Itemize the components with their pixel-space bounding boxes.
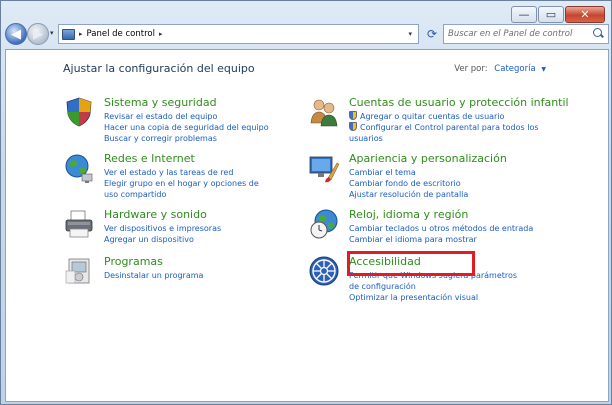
uac-shield-icon [349, 122, 357, 131]
address-dropdown-icon[interactable]: ▾ [408, 30, 412, 38]
view-by-label: Ver por: [454, 64, 488, 74]
breadcrumb-separator-icon[interactable]: ▸ [159, 30, 163, 38]
search-box[interactable]: Buscar en el Panel de control [443, 24, 609, 44]
category-title[interactable]: Hardware y sonido [104, 208, 207, 221]
view-by: Ver por: Categoría ▼ [454, 64, 546, 74]
close-button[interactable]: ✕ [565, 6, 605, 23]
programs-icon[interactable] [63, 255, 95, 287]
forward-button[interactable]: ▶ [27, 23, 49, 45]
link-devices-printers[interactable]: Ver dispositivos e impresoras [104, 223, 304, 234]
main-content: Ajustar la configuración del equipo Ver … [5, 49, 609, 402]
printer-icon[interactable] [63, 208, 95, 240]
recent-pages-dropdown[interactable]: ▾ [50, 29, 54, 37]
link-desktop-background[interactable]: Cambiar fondo de escritorio [349, 178, 549, 189]
link-add-device[interactable]: Agregar un dispositivo [104, 234, 304, 245]
page-title: Ajustar la configuración del equipo [63, 62, 255, 75]
uac-shield-icon [349, 111, 357, 120]
shield-check-icon[interactable] [63, 96, 95, 128]
link-add-remove-accounts[interactable]: Agregar o quitar cuentas de usuario [349, 111, 539, 122]
breadcrumb-panel-de-control[interactable]: Panel de control [87, 29, 155, 39]
category-title[interactable]: Redes e Internet [104, 152, 195, 165]
minimize-icon: — [518, 8, 530, 21]
link-screen-resolution[interactable]: Ajustar resolución de pantalla [349, 189, 549, 200]
breadcrumb-separator-icon[interactable]: ▸ [79, 30, 83, 38]
category-title[interactable]: Apariencia y personalización [349, 152, 507, 165]
category-title[interactable]: Programas [104, 255, 163, 268]
maximize-button[interactable]: ▭ [538, 6, 564, 23]
caption-buttons: — ▭ ✕ [511, 6, 605, 23]
window-frame: — ▭ ✕ ◀ ▶ ▾ ▸ Panel de control ▸ ▾ ⟳ Bus… [0, 0, 612, 405]
refresh-icon: ⟳ [426, 27, 438, 41]
back-arrow-icon: ◀ [11, 26, 21, 42]
close-icon: ✕ [580, 8, 590, 21]
chevron-down-icon[interactable]: ▼ [541, 66, 546, 73]
link-backup[interactable]: Hacer una copia de seguridad del equipo [104, 122, 304, 133]
accessibility-icon[interactable] [308, 255, 340, 287]
search-input[interactable]: Buscar en el Panel de control [444, 29, 592, 39]
category-title[interactable]: Reloj, idioma y región [349, 208, 468, 221]
view-by-dropdown[interactable]: Categoría [494, 64, 535, 74]
back-button[interactable]: ◀ [5, 23, 27, 45]
category-title[interactable]: Cuentas de usuario y protección infantil [349, 96, 569, 109]
minimize-button[interactable]: — [511, 6, 537, 23]
users-icon[interactable] [308, 96, 340, 128]
category-title[interactable]: Sistema y seguridad [104, 96, 217, 109]
refresh-button[interactable]: ⟳ [423, 24, 441, 44]
control-panel-icon [62, 28, 75, 40]
highlight-box [347, 251, 475, 276]
forward-arrow-icon: ▶ [33, 26, 43, 42]
search-icon[interactable] [592, 28, 604, 40]
navigation-bar: ◀ ▶ ▾ ▸ Panel de control ▸ ▾ ⟳ Buscar en… [5, 23, 609, 45]
link-troubleshoot[interactable]: Buscar y corregir problemas [104, 133, 304, 144]
maximize-icon: ▭ [545, 8, 557, 21]
link-network-status[interactable]: Ver el estado y las tareas de red [104, 167, 304, 178]
link-review-status[interactable]: Revisar el estado del equipo [104, 111, 304, 122]
network-globe-icon[interactable] [63, 152, 95, 184]
link-homegroup[interactable]: Elegir grupo en el hogar y opciones de u… [104, 178, 274, 200]
link-display-language[interactable]: Cambiar el idioma para mostrar [349, 234, 549, 245]
link-change-theme[interactable]: Cambiar el tema [349, 167, 549, 178]
address-bar[interactable]: ▸ Panel de control ▸ ▾ [58, 24, 419, 44]
display-brush-icon[interactable] [308, 152, 340, 184]
link-change-keyboards[interactable]: Cambiar teclados u otros métodos de entr… [349, 223, 549, 234]
link-optimize-visual-display[interactable]: Optimizar la presentación visual [349, 292, 529, 303]
link-uninstall-program[interactable]: Desinstalar un programa [104, 270, 304, 281]
link-parental-control[interactable]: Configurar el Control parental para todo… [349, 122, 539, 144]
clock-globe-icon[interactable] [308, 208, 340, 240]
